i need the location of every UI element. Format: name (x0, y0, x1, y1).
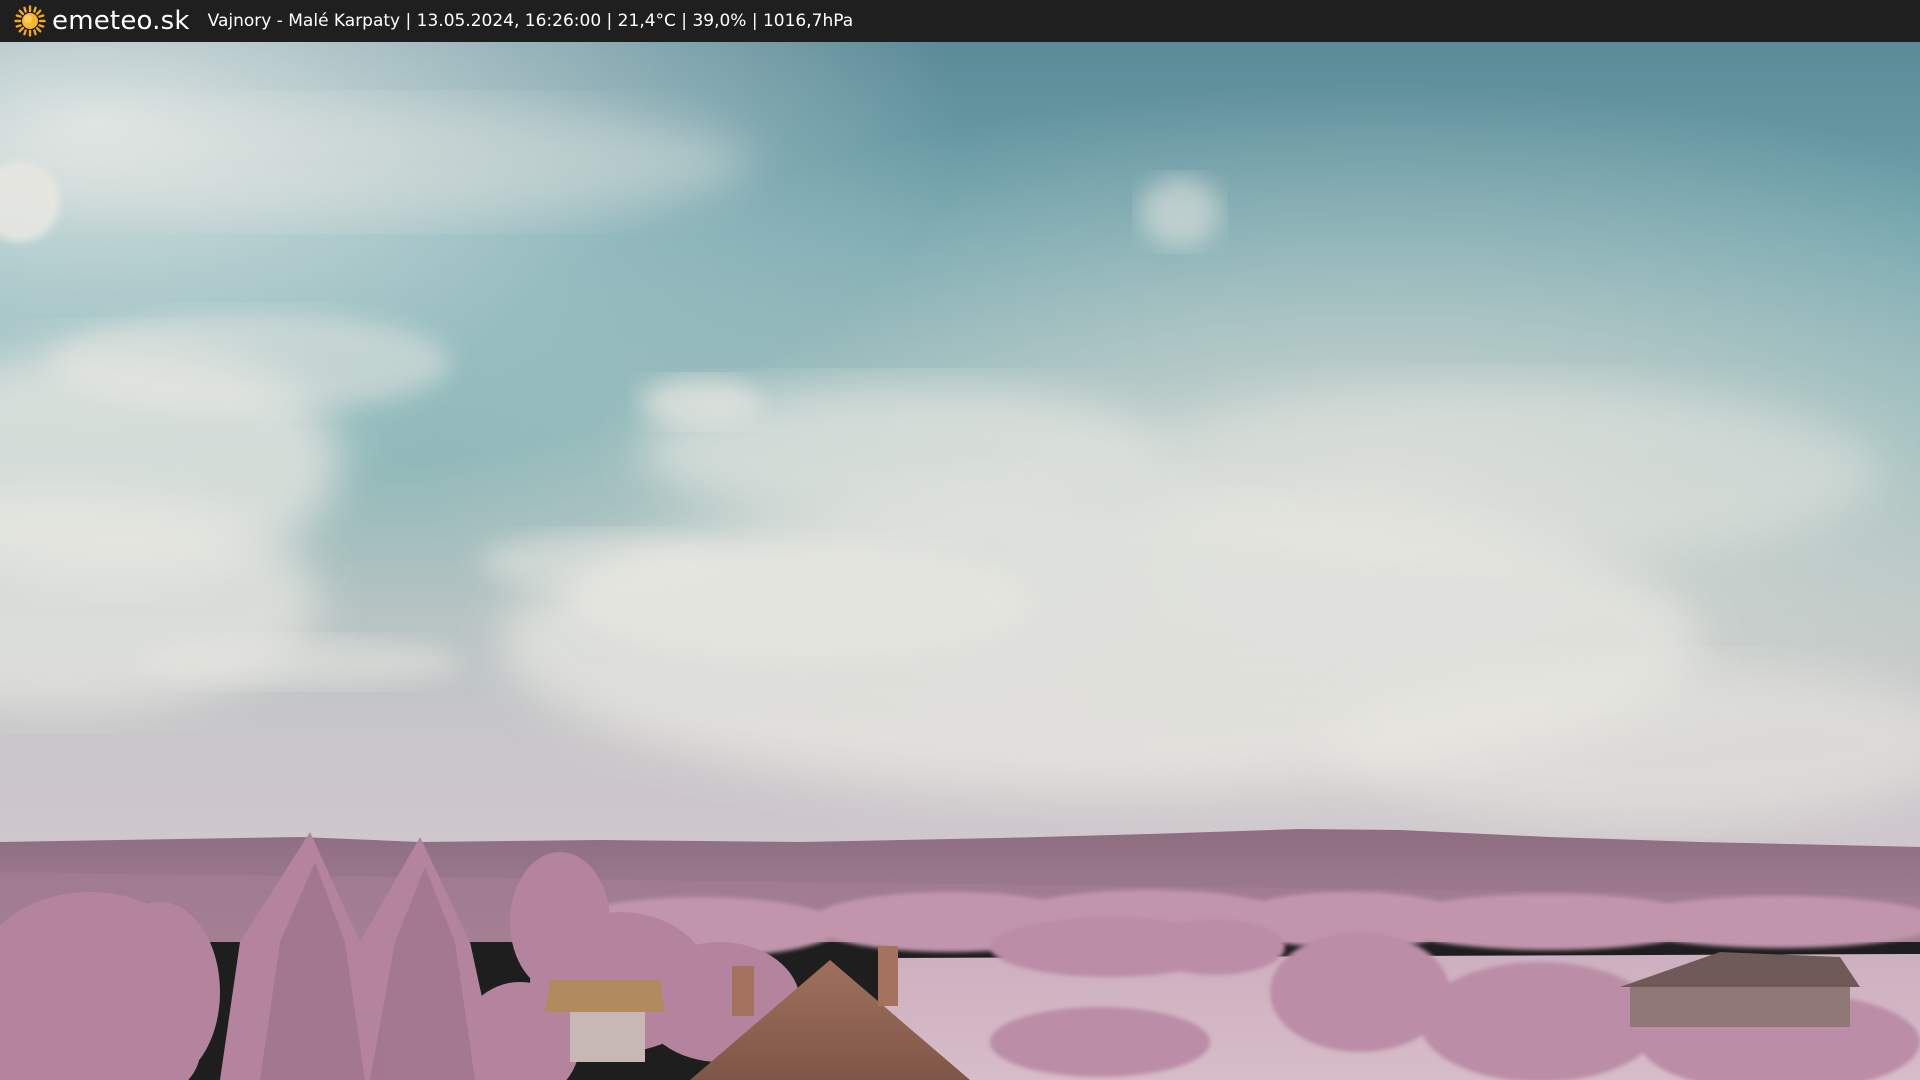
brand-logo[interactable]: emeteo.sk (14, 0, 190, 42)
webcam-scene (0, 42, 1920, 1080)
station-caption: Vajnory - Malé Karpaty | 13.05.2024, 16:… (207, 11, 854, 31)
top-caption-bar: emeteo.sk Vajnory - Malé Karpaty | 13.05… (0, 0, 1920, 42)
sun-icon (14, 5, 46, 37)
brand-name: emeteo.sk (52, 6, 190, 36)
webcam-image (0, 42, 1920, 1080)
